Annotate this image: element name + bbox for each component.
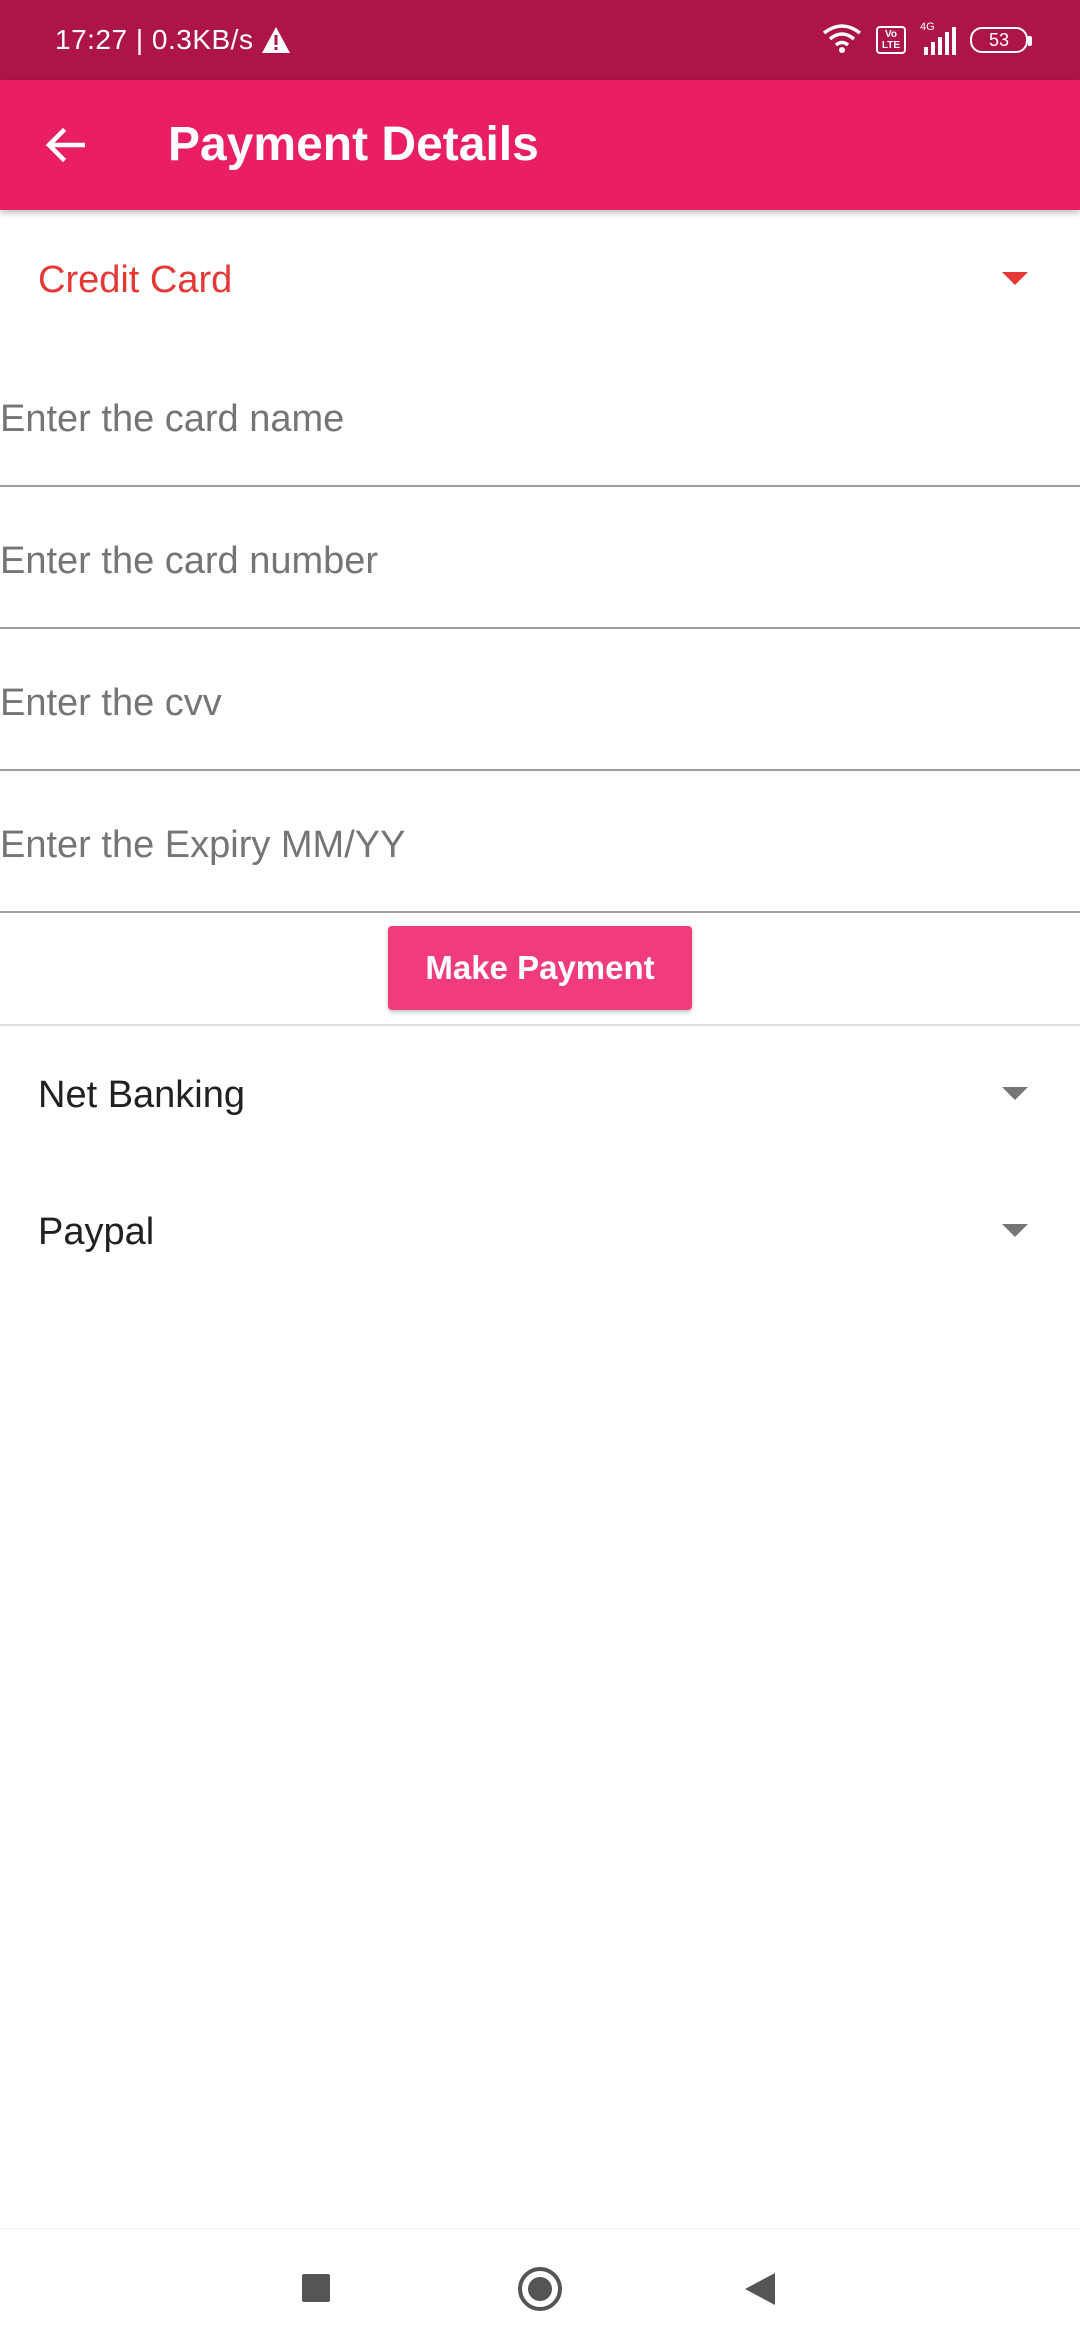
chevron-down-icon: [1002, 1224, 1028, 1237]
signal-icon: 4G: [920, 21, 956, 55]
app-bar: Payment Details: [0, 80, 1080, 210]
status-time-speed: 17:27 | 0.3KB/s: [55, 24, 254, 55]
cvv-field-container: [0, 629, 1080, 771]
page-title: Payment Details: [168, 118, 539, 171]
chevron-down-icon: [1002, 272, 1028, 285]
card-name-input[interactable]: [0, 389, 1080, 449]
card-number-field-container: [0, 487, 1080, 629]
expiry-field-container: [0, 771, 1080, 913]
card-number-input[interactable]: [0, 531, 1080, 591]
chevron-down-icon: [1002, 1087, 1028, 1100]
status-right: Vo LTE 4G 53: [822, 0, 1032, 80]
recents-square-icon[interactable]: [302, 2274, 330, 2302]
net-banking-panel-header[interactable]: Net Banking: [0, 1035, 1080, 1155]
arrow-back-icon[interactable]: [30, 110, 100, 180]
card-name-field-container: [0, 345, 1080, 487]
paypal-panel-header[interactable]: Paypal: [0, 1172, 1080, 1292]
back-triangle-icon[interactable]: [745, 2273, 775, 2305]
battery-icon: 53: [970, 27, 1032, 53]
home-circle-icon[interactable]: [518, 2267, 562, 2311]
battery-level: 53: [988, 29, 1010, 50]
make-payment-button[interactable]: Make Payment: [388, 926, 692, 1010]
status-bar: 17:27 | 0.3KB/s Vo LTE 4G 53: [0, 0, 1080, 80]
system-nav-bar: [0, 2228, 1080, 2340]
status-left: 17:27 | 0.3KB/s: [55, 0, 291, 80]
wifi-icon: [822, 23, 862, 58]
credit-card-panel-header[interactable]: Credit Card: [0, 220, 1080, 340]
expiry-input[interactable]: [0, 815, 1080, 875]
paypal-label: Paypal: [38, 1211, 155, 1253]
network-type: 4G: [920, 21, 935, 33]
net-banking-label: Net Banking: [38, 1074, 246, 1116]
volte-icon: Vo LTE: [876, 26, 906, 54]
credit-card-label: Credit Card: [38, 259, 233, 301]
warning-icon: [261, 26, 291, 54]
cvv-input[interactable]: [0, 673, 1080, 733]
panel-divider: [0, 1024, 1080, 1026]
